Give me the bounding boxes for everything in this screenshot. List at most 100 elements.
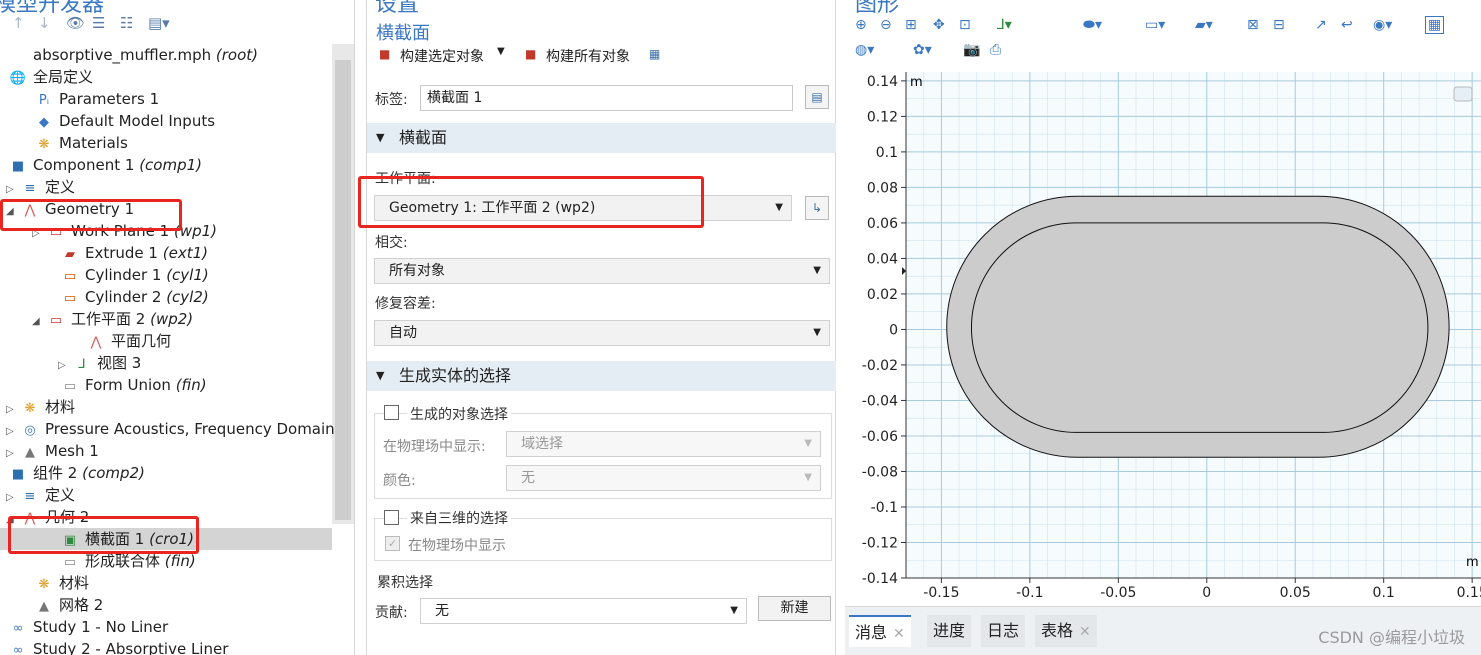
grid-toggle-icon[interactable]: ▦ (1425, 16, 1445, 34)
tree-item[interactable]: ⋀ 平面几何 (0, 330, 330, 352)
render-icon[interactable]: ▰▾ (1195, 17, 1213, 33)
tree-item[interactable]: ■ 组件 2 (comp2) (0, 462, 324, 484)
zoom-box-icon[interactable]: ⊞ (905, 17, 917, 33)
geometry-plot[interactable]: 0.14 0.12 0.1 0.08 0.06 0.04 0.02 0 -0.02 -0.04 -0… (845, 68, 1481, 606)
label-input[interactable]: 横截面 1 (420, 85, 793, 111)
tab-log[interactable]: 日志 (981, 615, 1026, 647)
collapse-all-icon[interactable]: ☷ (120, 14, 133, 32)
section-cross-section[interactable]: ▼ 横截面 (367, 123, 836, 153)
tab-table-label: 表格 (1041, 621, 1074, 640)
show-in-physics-caption: 在物理场中显示: (383, 439, 486, 455)
scene-light-icon[interactable]: ◍▾ (855, 42, 874, 58)
close-icon[interactable]: ✕ (1079, 624, 1091, 640)
expand-all-icon[interactable]: ☰ (92, 14, 105, 32)
notes-icon[interactable]: ▤ (805, 85, 829, 109)
print-icon[interactable]: ⎙ (990, 42, 1001, 58)
tree-item[interactable]: ∞ Study 1 - No Liner (0, 616, 324, 638)
highlight-workplane (358, 176, 704, 228)
section-resulting-entities[interactable]: ▼ 生成实体的选择 (367, 361, 836, 391)
tree-item[interactable]: Pᵢ Parameters 1 (0, 88, 330, 110)
tree-item[interactable]: ▭ Cylinder 2 (cyl2) (0, 286, 330, 308)
color-legend-icon[interactable] (1453, 86, 1473, 102)
tree-item-label: Study 2 - Absorptive Liner (33, 640, 229, 655)
tree-item[interactable]: ∞ Study 2 - Absorptive Liner (0, 638, 324, 655)
build-all-button[interactable]: 构建所有对象 (546, 46, 630, 66)
extrude-icon: ▰ (65, 247, 75, 262)
chevron-down-icon[interactable]: ▼ (497, 46, 505, 57)
generated-selection-checkbox[interactable] (384, 405, 399, 420)
show-in-physics-select[interactable]: 域选择 ▼ (506, 431, 821, 457)
tree-item[interactable]: ■ Component 1 (comp1) (0, 154, 324, 176)
tree-item[interactable]: ▷ ❋ 材料 (0, 396, 330, 418)
move-up-icon[interactable]: ↑ (12, 14, 25, 32)
tab-progress[interactable]: 进度 (927, 615, 972, 647)
tolerance-select[interactable]: 自动 ▼ (374, 320, 830, 346)
intersect-select[interactable]: 所有对象 ▼ (374, 258, 830, 284)
tree-scroll-thumb[interactable] (335, 60, 351, 520)
contribute-select[interactable]: 无 ▼ (420, 598, 747, 624)
close-icon[interactable]: ✕ (893, 626, 905, 642)
visibility-icon[interactable]: ◉▾ (1373, 17, 1392, 33)
color-select[interactable]: 无 ▼ (506, 465, 821, 491)
build-selected-button[interactable]: 构建选定对象 (400, 46, 484, 66)
tree-item-label: Materials (59, 134, 128, 152)
tree-item-label: Cylinder 2 (85, 288, 162, 306)
x-tick-label: -0.1 (1016, 585, 1043, 601)
tree-item[interactable]: ◆ Default Model Inputs (0, 110, 330, 132)
tree-item-label: Parameters 1 (59, 90, 160, 108)
build-all-icon[interactable]: ■ (525, 47, 536, 61)
wireframe-icon[interactable]: ⊠ (1247, 17, 1259, 33)
materials-icon: ❋ (38, 577, 50, 592)
tree-item[interactable]: absorptive_muffler.mph (root) (0, 44, 324, 66)
x-tick-label: 0 (1202, 585, 1211, 601)
lighting-icon[interactable]: ✿▾ (913, 42, 932, 58)
move-down-icon[interactable]: ↓ (38, 14, 51, 32)
tree-item-label: 定义 (45, 178, 76, 196)
show-all-icon[interactable]: ↩ (1341, 17, 1353, 33)
tree-item[interactable]: ▰ Extrude 1 (ext1) (0, 242, 330, 264)
tree-item[interactable]: ▷ ◎ Pressure Acoustics, Frequency Domain (0, 418, 335, 440)
chevron-down-icon: ▼ (804, 438, 812, 449)
build-selected-icon[interactable]: ■ (379, 47, 390, 61)
tree-item[interactable]: ◢ ▭ 工作平面 2 (wp2) (0, 308, 330, 330)
go-to-source-icon[interactable]: ↳ (805, 196, 829, 220)
from-3d-checkbox[interactable] (384, 510, 399, 525)
view-icon[interactable]: ⬬▾ (1083, 17, 1102, 33)
zoom-in-icon[interactable]: ⊕ (855, 17, 867, 33)
tree-item[interactable]: ▷ ▲ Mesh 1 (0, 440, 330, 462)
from-3d-label: 来自三维的选择 (407, 508, 511, 528)
new-button[interactable]: 新建 (758, 596, 831, 621)
show-icon[interactable]: 👁 (66, 14, 85, 32)
plane-geometry-icon: ⋀ (90, 335, 102, 350)
tree-item[interactable]: ❋ 材料 (0, 572, 330, 594)
tree-item[interactable]: ▷ ≡ 定义 (0, 176, 330, 198)
axis-icon[interactable]: ⅃▾ (997, 17, 1012, 33)
show-in-physics-checkbox[interactable]: ✓ (385, 536, 400, 551)
tree-item[interactable]: ▷ ⅃ 视图 3 (0, 352, 330, 374)
tree-item-label: absorptive_muffler.mph (33, 46, 212, 64)
camera-icon[interactable]: 📷 (963, 42, 980, 58)
tree-item-tag: (comp2) (82, 464, 145, 482)
inner-cross-section-shape[interactable] (971, 222, 1429, 433)
zoom-selected-icon[interactable]: ⊡ (959, 17, 971, 33)
axis-marker-icon (902, 267, 906, 275)
tree-item[interactable]: ▲ 网格 2 (0, 594, 330, 616)
materials-icon: ❋ (38, 137, 50, 152)
build-option-icon[interactable]: ▦ (649, 47, 660, 61)
tab-messages[interactable]: 消息 ✕ (849, 615, 911, 647)
tree-item-label: Default Model Inputs (59, 112, 216, 130)
tree-item[interactable]: ▷ ≡ 定义 (0, 484, 330, 506)
tree-item[interactable]: ▭ Cylinder 1 (cyl1) (0, 264, 330, 286)
hide-icon[interactable]: ↗ (1315, 17, 1327, 33)
tree-menu-icon[interactable]: ▤▾ (148, 14, 170, 32)
tree-item[interactable]: ▭ Form Union (fin) (0, 374, 330, 396)
select-icon[interactable]: ▭▾ (1145, 17, 1165, 33)
transparency-icon[interactable]: ⊟ (1273, 17, 1285, 33)
zoom-extents-icon[interactable]: ✥ (933, 17, 945, 33)
tab-table[interactable]: 表格 ✕ (1035, 615, 1097, 647)
tree-item[interactable]: 🌐 全局定义 (0, 66, 324, 88)
tree-item[interactable]: ❋ Materials (0, 132, 330, 154)
zoom-out-icon[interactable]: ⊖ (880, 17, 892, 33)
collapse-arrow-icon: ▼ (376, 131, 385, 144)
tree-item-label: 平面几何 (111, 332, 172, 350)
